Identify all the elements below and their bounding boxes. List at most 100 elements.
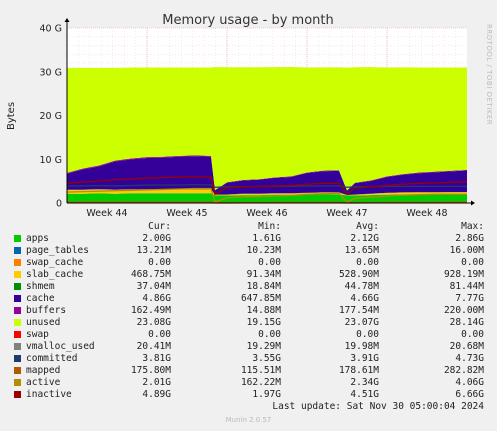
- header-cur: Cur:: [148, 221, 171, 232]
- legend-min: 0.00: [258, 257, 281, 268]
- legend-row-page-tables: page_tables 13.21M 10.23M 13.65M 16.00M: [0, 245, 497, 257]
- legend-row-unused: unused 23.08G 19.15G 23.07G 28.14G: [0, 317, 497, 329]
- y-axis-label: Bytes: [6, 102, 17, 130]
- legend-max: 928.19M: [443, 269, 484, 280]
- y-tick-label: 10 G: [40, 155, 62, 166]
- legend-cur: 37.04M: [136, 281, 171, 292]
- header-avg: Avg:: [356, 221, 379, 232]
- legend-avg: 23.07G: [344, 317, 379, 328]
- legend-name: mapped: [26, 365, 61, 376]
- legend-cur: 175.80M: [130, 365, 171, 376]
- header-max: Max:: [461, 221, 484, 232]
- legend-max: 220.00M: [443, 305, 484, 316]
- legend-min: 19.29M: [246, 341, 281, 352]
- legend-avg: 2.34G: [350, 377, 379, 388]
- legend-avg: 19.98M: [344, 341, 379, 352]
- memory-chart: Memory usage - by month Bytes RRDTOOL / …: [6, 13, 493, 219]
- legend-swatch: [14, 295, 21, 302]
- legend-avg: 177.54M: [338, 305, 379, 316]
- legend-min: 1.61G: [252, 233, 281, 244]
- legend-swatch: [14, 379, 21, 386]
- y-tick-label: 0: [56, 199, 62, 210]
- x-tick-label: Week 47: [326, 208, 367, 219]
- legend-name: shmem: [26, 281, 55, 292]
- legend-max: 20.68M: [449, 341, 484, 352]
- legend: Cur: Min: Avg: Max: apps 2.00G 1.61G 2.12G 2…: [0, 221, 497, 401]
- legend-swatch: [14, 247, 21, 254]
- legend-row-vmalloc-used: vmalloc_used 20.41M 19.29M 19.98M 20.68M: [0, 341, 497, 353]
- legend-row-inactive: inactive 4.89G 1.97G 4.51G 6.66G: [0, 389, 497, 401]
- legend-min: 647.85M: [240, 293, 281, 304]
- legend-swatch: [14, 331, 21, 338]
- legend-max: 6.66G: [455, 389, 484, 400]
- legend-avg: 2.12G: [350, 233, 379, 244]
- legend-name: inactive: [26, 389, 72, 400]
- y-tick-label: 40 G: [40, 24, 62, 35]
- legend-row-shmem: shmem 37.04M 18.84M 44.78M 81.44M: [0, 281, 497, 293]
- legend-avg: 4.66G: [350, 293, 379, 304]
- legend-min: 14.88M: [246, 305, 281, 316]
- legend-max: 4.73G: [455, 353, 484, 364]
- legend-name: unused: [26, 317, 61, 328]
- legend-cur: 3.81G: [142, 353, 171, 364]
- legend-name: swap_cache: [26, 257, 84, 268]
- legend-max: 0.00: [461, 257, 484, 268]
- legend-swatch: [14, 283, 21, 290]
- legend-swatch: [14, 367, 21, 374]
- legend-row-apps: apps 2.00G 1.61G 2.12G 2.86G: [0, 233, 497, 245]
- legend-swatch: [14, 355, 21, 362]
- legend-min: 3.55G: [252, 353, 281, 364]
- legend-swatch: [14, 259, 21, 266]
- legend-min: 115.51M: [240, 365, 281, 376]
- x-tick-label: Week 45: [166, 208, 207, 219]
- chart-title: Memory usage - by month: [162, 13, 333, 28]
- legend-name: slab_cache: [26, 269, 84, 280]
- legend-avg: 3.91G: [350, 353, 379, 364]
- legend-name: committed: [26, 353, 78, 364]
- legend-min: 0.00: [258, 329, 281, 340]
- legend-cur: 468.75M: [130, 269, 171, 280]
- x-ticks: Week 44 Week 45 Week 46 Week 47 Week 48: [86, 208, 447, 219]
- last-update: Last update: Sat Nov 30 05:00:04 2024: [272, 401, 484, 412]
- legend-max: 81.44M: [449, 281, 484, 292]
- legend-name: apps: [26, 233, 49, 244]
- legend-avg: 0.00: [356, 257, 379, 268]
- x-tick-label: Week 46: [246, 208, 287, 219]
- legend-swatch: [14, 235, 21, 242]
- legend-row-committed: committed 3.81G 3.55G 3.91G 4.73G: [0, 353, 497, 365]
- y-axis-arrow: [64, 18, 70, 22]
- legend-max: 28.14G: [449, 317, 484, 328]
- legend-swatch: [14, 319, 21, 326]
- legend-row-slab-cache: slab_cache 468.75M 91.34M 528.90M 928.19M: [0, 269, 497, 281]
- legend-name: cache: [26, 293, 55, 304]
- legend-name: active: [26, 377, 61, 388]
- y-ticks: 0 10 G 20 G 30 G 40 G: [40, 24, 62, 210]
- rrdtool-credit: RRDTOOL / TOBI OETIKER: [485, 24, 493, 125]
- legend-row-swap: swap 0.00 0.00 0.00 0.00: [0, 329, 497, 341]
- legend-cur: 23.08G: [136, 317, 171, 328]
- legend-min: 162.22M: [240, 377, 281, 388]
- legend-min: 1.97G: [252, 389, 281, 400]
- legend-min: 18.84M: [246, 281, 281, 292]
- legend-cur: 2.01G: [142, 377, 171, 388]
- legend-row-cache: cache 4.86G 647.85M 4.66G 7.77G: [0, 293, 497, 305]
- legend-avg: 0.00: [356, 329, 379, 340]
- legend-row-buffers: buffers 162.49M 14.88M 177.54M 220.00M: [0, 305, 497, 317]
- legend-swatch: [14, 307, 21, 314]
- y-tick-label: 30 G: [40, 67, 62, 78]
- legend-max: 2.86G: [455, 233, 484, 244]
- legend-cur: 0.00: [148, 257, 171, 268]
- legend-min: 91.34M: [246, 269, 281, 280]
- legend-cur: 4.86G: [142, 293, 171, 304]
- legend-avg: 44.78M: [344, 281, 379, 292]
- legend-max: 282.82M: [443, 365, 484, 376]
- legend-avg: 13.65M: [344, 245, 379, 256]
- x-tick-label: Week 44: [86, 208, 127, 219]
- legend-avg: 178.61M: [338, 365, 379, 376]
- legend-swatch: [14, 271, 21, 278]
- legend-cur: 13.21M: [136, 245, 171, 256]
- legend-avg: 528.90M: [338, 269, 379, 280]
- legend-row-active: active 2.01G 162.22M 2.34G 4.06G: [0, 377, 497, 389]
- legend-name: page_tables: [26, 245, 89, 256]
- legend-name: swap: [26, 329, 49, 340]
